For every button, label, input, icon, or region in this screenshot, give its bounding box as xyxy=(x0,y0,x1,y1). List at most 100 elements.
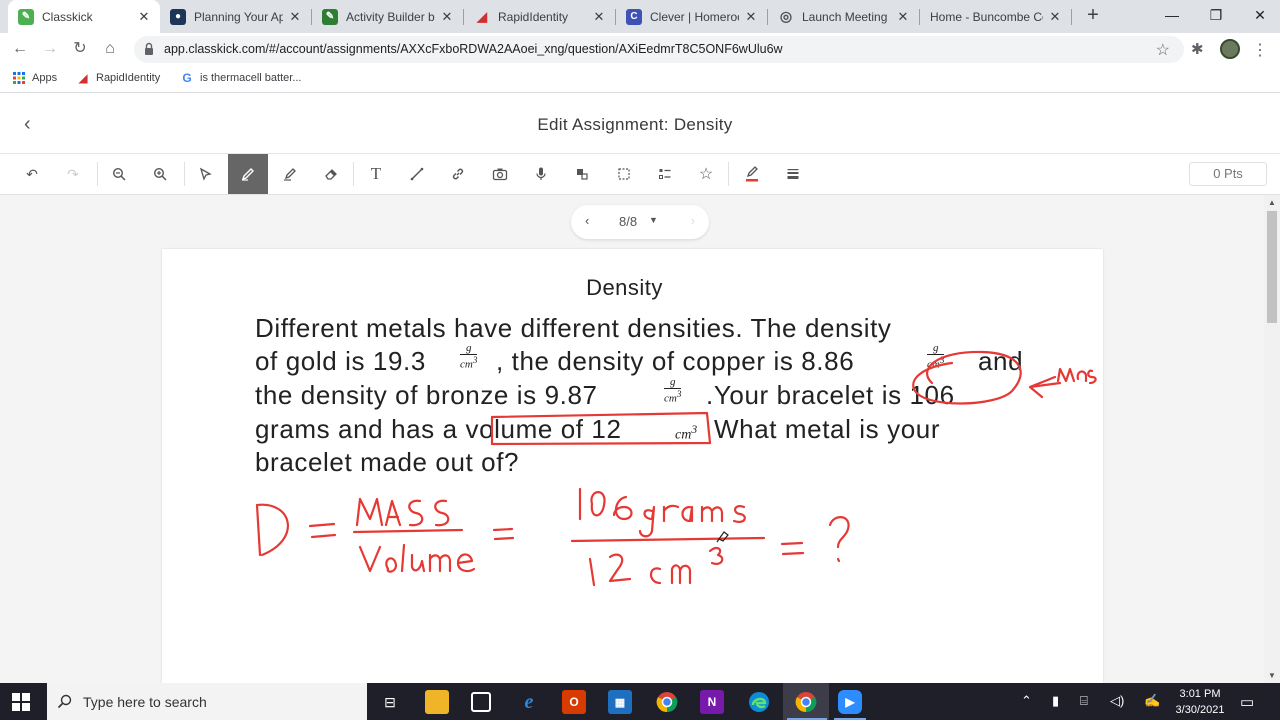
ink-12-cm3 xyxy=(588,546,724,587)
tab-separator xyxy=(1071,9,1072,25)
multiple-choice-icon[interactable] xyxy=(645,154,685,194)
scroll-up-icon[interactable]: ▲ xyxy=(1268,198,1276,207)
region-select-icon[interactable] xyxy=(604,154,644,194)
home-icon[interactable]: ⌂ xyxy=(99,38,121,60)
previous-question-icon[interactable]: ‹ xyxy=(585,213,589,228)
store-icon[interactable] xyxy=(471,692,491,712)
remote-desktop-icon[interactable]: ▦ xyxy=(608,690,632,714)
google-icon: G xyxy=(182,71,192,85)
scrollbar-thumb[interactable] xyxy=(1267,211,1277,323)
tab-title: Planning Your App xyxy=(194,9,283,24)
redo-icon[interactable]: ↷ xyxy=(53,154,93,194)
tab-buncombe[interactable]: Home - Buncombe Co ✕ xyxy=(920,0,1071,33)
close-icon[interactable]: ✕ xyxy=(287,9,303,25)
onenote-icon[interactable]: N xyxy=(700,690,724,714)
ink-grams xyxy=(638,504,746,538)
star-icon[interactable]: ☆ xyxy=(686,154,726,194)
bookmark-rapididentity[interactable]: ◢ RapidIdentity xyxy=(76,71,160,85)
minimize-button[interactable]: — xyxy=(1150,0,1194,30)
tab-title: Classkick xyxy=(42,9,93,24)
taskbar-search-box[interactable]: Type here to search xyxy=(47,683,367,720)
pen-icon[interactable] xyxy=(228,154,268,194)
taskbar-clock[interactable]: 3:01 PM 3/30/2021 xyxy=(1170,686,1230,718)
back-icon[interactable]: ← xyxy=(9,38,31,60)
microphone-icon[interactable] xyxy=(521,154,561,194)
lock-icon xyxy=(145,42,153,55)
browser-tab-strip: ✎ Classkick ✕ ● Planning Your App ✕ ✎ Ac… xyxy=(0,0,1280,33)
bookmark-apps[interactable]: Apps xyxy=(12,71,57,85)
close-icon[interactable]: ✕ xyxy=(743,9,759,25)
browser-menu-icon[interactable]: ⋮ xyxy=(1252,40,1268,60)
pen-color-icon[interactable] xyxy=(732,154,772,194)
page-title: Edit Assignment: Density xyxy=(537,115,733,134)
eraser-icon[interactable] xyxy=(311,154,351,194)
close-icon[interactable]: ✕ xyxy=(439,9,455,25)
sticker-icon[interactable] xyxy=(562,154,602,194)
network-icon[interactable]: ⌸ xyxy=(1080,693,1088,709)
ink-fraction-bar-2 xyxy=(570,536,766,543)
camera-icon[interactable] xyxy=(480,154,520,194)
chrome-icon[interactable] xyxy=(655,690,679,714)
url-text: app.classkick.com/#/account/assignments/… xyxy=(164,42,783,56)
extensions-icon[interactable]: ✱ xyxy=(1191,40,1204,58)
worksheet[interactable]: Density Different metals have different … xyxy=(162,249,1103,683)
box-around-volume xyxy=(490,411,712,446)
close-icon[interactable]: ✕ xyxy=(1047,9,1063,25)
undo-icon[interactable]: ↶ xyxy=(12,154,52,194)
canvas-area: ‹ 8/8 ▼ › Density Different metals have … xyxy=(0,195,1264,683)
app-header: ‹ Edit Assignment: Density xyxy=(0,94,1280,154)
new-tab-button[interactable]: + xyxy=(1082,4,1104,26)
zoom-out-icon[interactable] xyxy=(99,154,139,194)
task-view-icon[interactable]: ⊟ xyxy=(378,690,402,714)
bookmark-star-icon[interactable]: ☆ xyxy=(1156,40,1170,60)
restore-button[interactable]: ❐ xyxy=(1194,0,1238,30)
select-icon[interactable] xyxy=(186,154,226,194)
bookmark-label: RapidIdentity xyxy=(96,72,161,84)
highlighter-icon[interactable] xyxy=(270,154,310,194)
volume-icon[interactable]: ◁) xyxy=(1110,693,1124,709)
forward-icon[interactable]: → xyxy=(39,38,61,60)
zoom-icon[interactable]: ▶ xyxy=(838,690,862,714)
vertical-scrollbar[interactable]: ▲ ▼ xyxy=(1264,195,1280,683)
office-icon[interactable]: O xyxy=(562,690,586,714)
close-icon[interactable]: ✕ xyxy=(895,9,911,25)
address-bar[interactable]: app.classkick.com/#/account/assignments/… xyxy=(134,36,1184,63)
edge-legacy-icon[interactable]: e xyxy=(517,690,541,714)
tab-planning[interactable]: ● Planning Your App ✕ xyxy=(160,0,311,33)
question-page-number[interactable]: 8/8 xyxy=(619,214,637,229)
bookmark-google-search[interactable]: G is thermacell batter... xyxy=(180,71,301,85)
windows-start-icon[interactable] xyxy=(12,693,30,711)
tab-title: Activity Builder by xyxy=(346,9,435,24)
chrome-active-icon[interactable] xyxy=(794,690,818,714)
toolbar-divider xyxy=(728,162,729,186)
window-close-button[interactable]: ✕ xyxy=(1238,0,1280,30)
file-explorer-icon[interactable] xyxy=(425,690,449,714)
tab-title: Home - Buncombe Co xyxy=(930,9,1043,24)
profile-avatar[interactable] xyxy=(1220,39,1240,59)
tray-chevron-icon[interactable]: ⌃ xyxy=(1021,693,1032,709)
rapididentity-icon: ◢ xyxy=(78,71,88,85)
ink-106 xyxy=(578,487,633,521)
microphone-tray-icon[interactable]: ▮ xyxy=(1052,693,1059,709)
tab-clever[interactable]: C Clever | Homeroom ✕ xyxy=(616,0,767,33)
link-icon[interactable] xyxy=(438,154,478,194)
tab-rapididentity[interactable]: ◢ RapidIdentity ✕ xyxy=(464,0,615,33)
line-weight-icon[interactable] xyxy=(773,154,813,194)
tab-classkick[interactable]: ✎ Classkick ✕ xyxy=(8,0,160,33)
scroll-down-icon[interactable]: ▼ xyxy=(1268,671,1276,680)
ink-fraction-bar-1 xyxy=(352,528,464,534)
caret-down-icon[interactable]: ▼ xyxy=(649,215,658,225)
edge-icon[interactable] xyxy=(747,690,771,714)
tab-activity-builder[interactable]: ✎ Activity Builder by ✕ xyxy=(312,0,463,33)
close-icon[interactable]: ✕ xyxy=(591,9,607,25)
close-icon[interactable]: ✕ xyxy=(136,9,152,25)
points-field[interactable]: 0 Pts xyxy=(1189,162,1267,186)
line-icon[interactable] xyxy=(397,154,437,194)
notifications-icon[interactable]: ▭ xyxy=(1240,693,1254,711)
text-icon[interactable]: T xyxy=(356,154,396,194)
next-question-icon[interactable]: › xyxy=(691,213,695,228)
tab-launch-meeting[interactable]: ◎ Launch Meeting - ✕ xyxy=(768,0,919,33)
pen-workspace-icon[interactable]: ✍ xyxy=(1144,693,1160,709)
reload-icon[interactable]: ↻ xyxy=(69,38,91,60)
zoom-in-icon[interactable] xyxy=(140,154,180,194)
